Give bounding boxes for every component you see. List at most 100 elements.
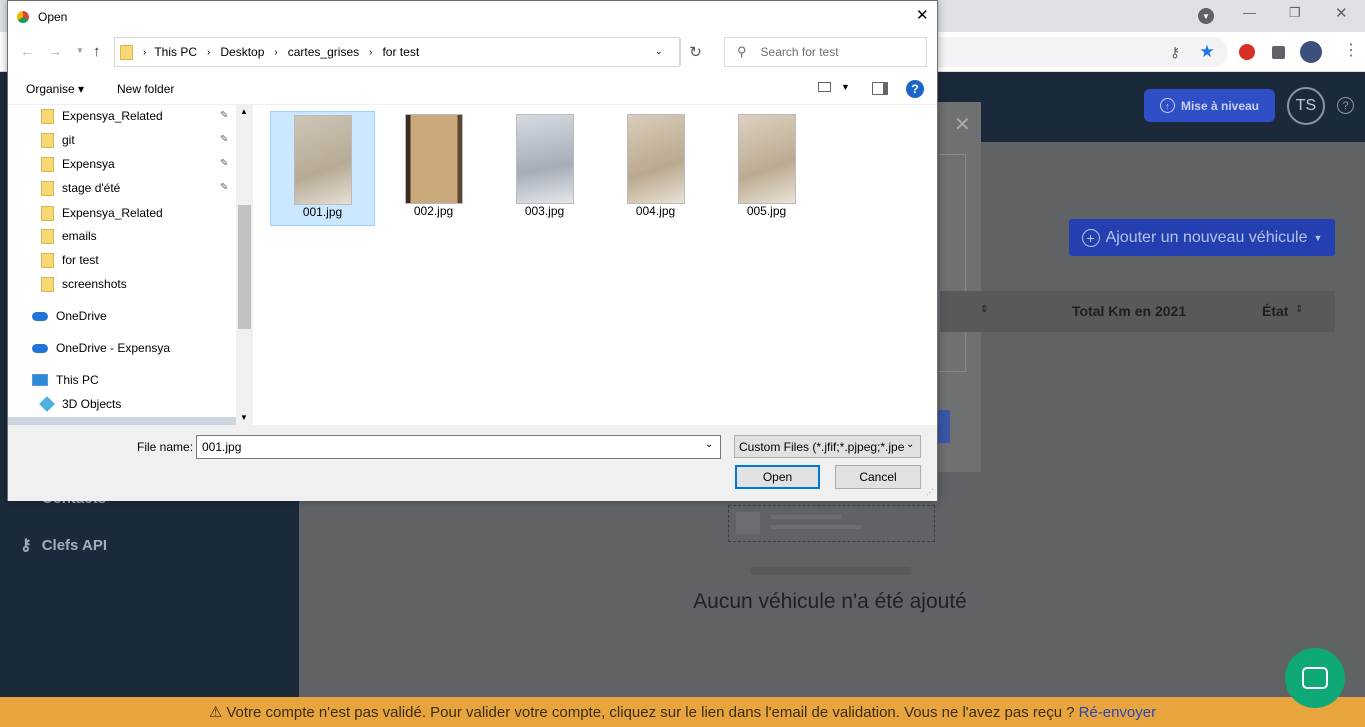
- filter-value: Custom Files (*.jfif;*.pjpeg;*.jpe: [739, 439, 905, 454]
- nav-scrollbar[interactable]: ▲ ▼: [236, 105, 253, 425]
- nav-item-label: screenshots: [62, 277, 127, 291]
- profile-dropdown-icon[interactable]: ▼: [1198, 8, 1214, 24]
- chat-launcher-button[interactable]: [1285, 648, 1345, 708]
- chevron-down-icon: ⌄: [906, 439, 915, 450]
- nav-item-label: emails: [62, 229, 97, 243]
- upgrade-button[interactable]: ↑ Mise à niveau: [1144, 89, 1275, 122]
- file-name: 004.jpg: [635, 204, 676, 218]
- preview-pane-icon[interactable]: [872, 82, 888, 95]
- vehicle-table-header: ⇕ Total Km en 2021 État ⇕: [940, 291, 1335, 332]
- nav-item-3d-objects[interactable]: 3D Objects: [39, 393, 121, 415]
- user-avatar[interactable]: TS: [1287, 87, 1325, 125]
- breadcrumb-item[interactable]: cartes_grises: [288, 45, 359, 59]
- add-vehicle-label: Ajouter un nouveau véhicule: [1105, 228, 1308, 246]
- organise-label: Organise: [26, 82, 75, 96]
- chevron-down-icon[interactable]: ▼: [841, 82, 850, 92]
- organise-menu[interactable]: Organise ▾: [26, 82, 84, 96]
- column-header-total-km[interactable]: Total Km en 2021: [1072, 303, 1186, 319]
- nav-item-onedrive[interactable]: OneDrive: [32, 305, 107, 327]
- breadcrumb-item[interactable]: for test: [382, 45, 419, 59]
- column-header-state[interactable]: État: [1262, 303, 1288, 319]
- banner-text: Votre compte n'est pas validé. Pour vali…: [226, 703, 1075, 721]
- sort-icon[interactable]: ⇕: [980, 304, 988, 315]
- search-placeholder: Search for test: [760, 45, 839, 59]
- file-type-filter[interactable]: Custom Files (*.jfif;*.pjpeg;*.jpe ⌄: [734, 435, 921, 458]
- nav-item[interactable]: Expensya_Related: [41, 105, 163, 127]
- file-name: 002.jpg: [413, 204, 454, 218]
- minimize-button[interactable]: —: [1243, 5, 1256, 20]
- breadcrumb[interactable]: › This PC › Desktop › cartes_grises › fo…: [114, 37, 702, 67]
- breadcrumb-item[interactable]: This PC: [154, 45, 197, 59]
- file-item[interactable]: 001.jpg: [270, 111, 375, 226]
- profile-avatar[interactable]: [1300, 41, 1322, 63]
- folder-icon: [41, 252, 54, 268]
- chevron-down-icon[interactable]: ⌄: [655, 46, 663, 57]
- nav-item[interactable]: Expensya_Related: [41, 202, 163, 224]
- cube-icon: [39, 396, 55, 412]
- close-browser-button[interactable]: ✕: [1335, 4, 1348, 22]
- nav-item[interactable]: stage d'été: [41, 177, 120, 199]
- open-file-dialog: Open ✕ ← → ▼ ↑ › This PC › Desktop › car…: [7, 0, 938, 501]
- cloud-icon: [32, 311, 48, 321]
- up-arrow-icon[interactable]: ↑: [93, 43, 101, 60]
- nav-item[interactable]: Expensya: [41, 153, 115, 175]
- resend-link[interactable]: Ré-envoyer: [1079, 704, 1157, 721]
- dialog-title: Open: [38, 9, 68, 24]
- scroll-up-icon[interactable]: ▲: [240, 107, 248, 116]
- scroll-thumb[interactable]: [238, 205, 251, 329]
- search-input[interactable]: ⚲ Search for test: [724, 37, 927, 67]
- file-item[interactable]: 002.jpg: [381, 111, 486, 226]
- key-icon[interactable]: ⚷: [1165, 42, 1185, 62]
- refresh-icon[interactable]: ↻: [680, 38, 710, 66]
- computer-icon: [32, 374, 48, 386]
- bookmark-star-icon[interactable]: ★: [1197, 42, 1217, 62]
- nav-item-this-pc[interactable]: This PC: [32, 369, 99, 391]
- breadcrumb-item[interactable]: Desktop: [220, 45, 264, 59]
- resize-grip-icon[interactable]: ⋰: [926, 488, 934, 497]
- pin-icon: ✎: [220, 182, 229, 193]
- sidebar-item-api-keys[interactable]: ⚷ Clefs API: [20, 535, 107, 555]
- file-name: 005.jpg: [746, 204, 787, 218]
- close-icon[interactable]: ✕: [954, 112, 971, 137]
- scroll-down-icon[interactable]: ▼: [240, 413, 248, 422]
- extension-adblock-icon[interactable]: [1237, 42, 1257, 62]
- close-icon[interactable]: ✕: [916, 6, 929, 24]
- help-icon[interactable]: ?: [906, 80, 924, 98]
- forward-arrow-icon[interactable]: →: [48, 43, 62, 59]
- sort-icon[interactable]: ⇕: [1295, 304, 1303, 315]
- folder-icon: [41, 180, 54, 196]
- back-arrow-icon[interactable]: ←: [20, 43, 34, 59]
- file-item[interactable]: 004.jpg: [603, 111, 708, 226]
- nav-item-label: Expensya_Related: [62, 206, 163, 220]
- extensions-puzzle-icon[interactable]: [1268, 42, 1288, 62]
- file-item[interactable]: 003.jpg: [492, 111, 597, 226]
- help-icon[interactable]: ?: [1337, 97, 1354, 114]
- view-options-icon[interactable]: [818, 82, 831, 92]
- file-item[interactable]: 005.jpg: [714, 111, 819, 226]
- new-folder-button[interactable]: New folder: [117, 82, 174, 96]
- modal-button[interactable]: [936, 410, 950, 443]
- dialog-command-bar: Organise ▾ New folder ▼ ?: [8, 73, 937, 105]
- nav-item-label: Expensya_Related: [62, 109, 163, 123]
- chrome-menu-icon[interactable]: ⋮: [1343, 42, 1359, 60]
- nav-item-onedrive-expensya[interactable]: OneDrive - Expensya: [32, 337, 170, 359]
- empty-state-shadow: [750, 567, 912, 575]
- nav-item-desktop-partial[interactable]: [8, 417, 236, 425]
- add-vehicle-button[interactable]: + Ajouter un nouveau véhicule ▼: [1069, 219, 1335, 256]
- empty-state-illustration: [728, 505, 935, 542]
- nav-item[interactable]: for test: [41, 249, 99, 271]
- cancel-button[interactable]: Cancel: [835, 465, 921, 489]
- pin-icon: ✎: [220, 134, 229, 145]
- nav-item[interactable]: emails: [41, 225, 97, 247]
- file-name-value: 001.jpg: [202, 440, 242, 454]
- chrome-icon: [16, 9, 30, 24]
- file-name-field[interactable]: 001.jpg ⌄: [196, 435, 721, 459]
- chevron-down-icon[interactable]: ⌄: [705, 439, 713, 450]
- recent-locations-icon[interactable]: ▼: [76, 46, 84, 55]
- nav-item[interactable]: screenshots: [41, 273, 127, 295]
- nav-item[interactable]: git: [41, 129, 75, 151]
- warning-icon: ⚠: [208, 704, 223, 721]
- restore-button[interactable]: ❐: [1289, 5, 1301, 21]
- image-thumbnail: [515, 114, 574, 204]
- open-button[interactable]: Open: [735, 465, 820, 489]
